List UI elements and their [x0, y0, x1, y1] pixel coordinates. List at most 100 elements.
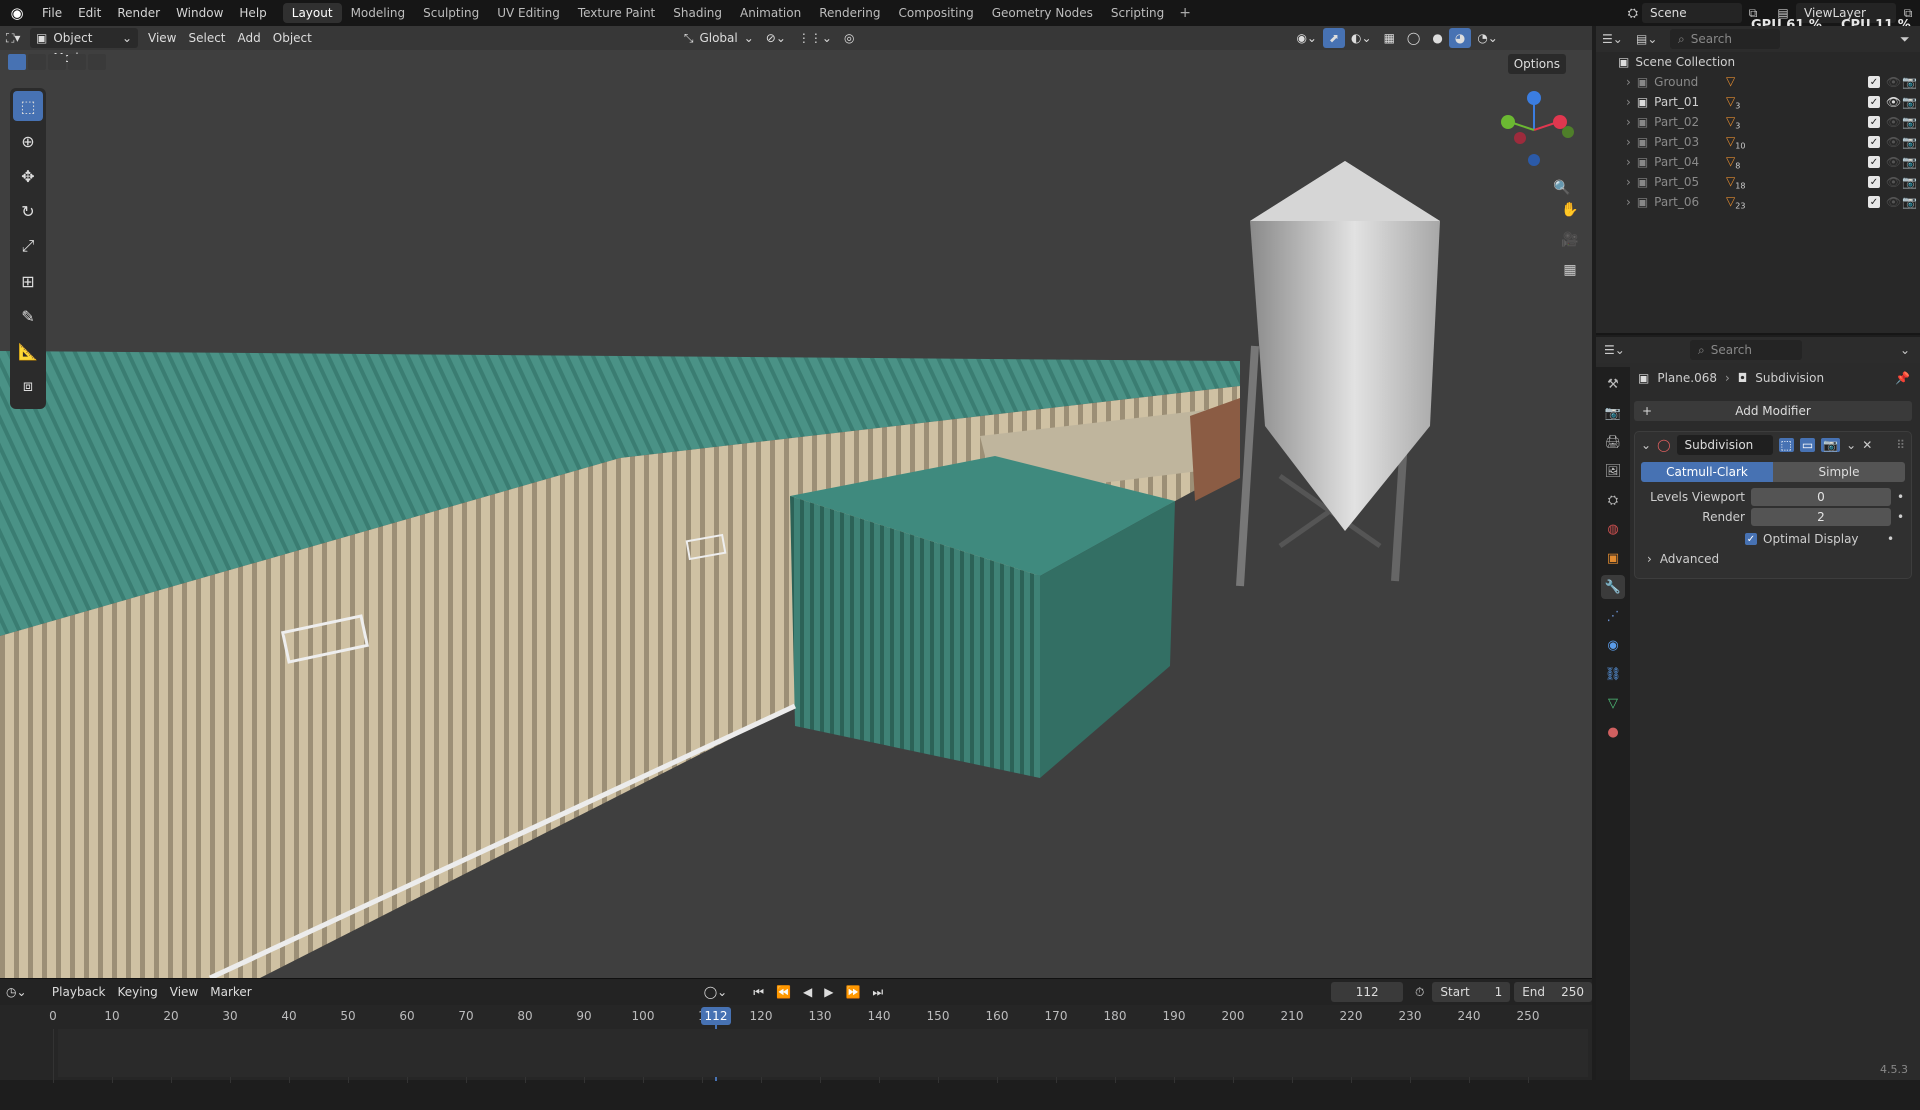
- timeline-editor-icon[interactable]: ◷⌄: [0, 982, 34, 1002]
- tab-scripting[interactable]: Scripting: [1102, 3, 1173, 23]
- outliner-row[interactable]: › ▣ Part_04 ▽8 ✓ 👁 📷: [1596, 152, 1920, 172]
- move-icon[interactable]: ✥: [13, 161, 43, 191]
- particles-tab-icon[interactable]: ⋰: [1601, 604, 1625, 628]
- object-tab-icon[interactable]: ▣: [1601, 546, 1625, 570]
- jump-start-icon[interactable]: ⏮: [747, 982, 770, 1002]
- tab-shading[interactable]: Shading: [664, 3, 731, 23]
- render-tab-icon[interactable]: 📷: [1601, 401, 1625, 425]
- viewport-toggle-icon[interactable]: ▭: [1799, 438, 1816, 452]
- keyframe-dot-icon[interactable]: •: [1887, 532, 1894, 546]
- pan-hand-icon[interactable]: ✋: [1558, 198, 1582, 222]
- shading-solid-icon[interactable]: ●: [1426, 28, 1448, 48]
- render-camera-icon[interactable]: 📷: [1902, 95, 1917, 109]
- exclude-checkbox[interactable]: ✓: [1868, 176, 1880, 188]
- eye-icon[interactable]: 👁: [1886, 195, 1901, 209]
- simple-button[interactable]: Simple: [1773, 462, 1905, 482]
- menu-help[interactable]: Help: [231, 0, 274, 26]
- options-button[interactable]: Options: [1507, 54, 1566, 74]
- world-tab-icon[interactable]: ◍: [1601, 517, 1625, 541]
- mode-dropdown[interactable]: ▣ Object Mode ⌄: [30, 28, 138, 65]
- render-camera-icon[interactable]: 📷: [1902, 155, 1917, 169]
- 3d-viewport[interactable]: ⛶▾ ▣ Object Mode ⌄ View Select Add Objec…: [0, 26, 1592, 978]
- start-frame-field[interactable]: Start 1: [1432, 982, 1511, 1002]
- gizmo-toggle-icon[interactable]: ⬈: [1322, 28, 1346, 48]
- snap-icon[interactable]: ⋮⋮⌄: [792, 28, 838, 48]
- axis-gizmo[interactable]: [1472, 86, 1592, 166]
- select-subtract-icon[interactable]: [48, 54, 66, 70]
- rotate-icon[interactable]: ↻: [13, 196, 43, 226]
- cursor-icon[interactable]: ⊕: [13, 126, 43, 156]
- exclude-checkbox[interactable]: ✓: [1868, 96, 1880, 108]
- modifier-tab-icon[interactable]: 🔧: [1601, 575, 1625, 599]
- orientation-dropdown[interactable]: ⤡ Global ⌄: [678, 28, 760, 48]
- pin-icon[interactable]: 📌: [1895, 371, 1910, 385]
- xray-icon[interactable]: ▦: [1378, 28, 1401, 48]
- expand-chevron-icon[interactable]: ›: [1626, 195, 1631, 209]
- outliner-editor-icon[interactable]: ☰⌄: [1602, 32, 1636, 46]
- render-camera-icon[interactable]: 📷: [1902, 195, 1917, 209]
- outliner-row[interactable]: › ▣ Part_02 ▽3 ✓ 👁 📷: [1596, 112, 1920, 132]
- menu-marker[interactable]: Marker: [204, 982, 257, 1002]
- menu-view[interactable]: View: [142, 28, 182, 48]
- drag-handle-icon[interactable]: ⠿: [1896, 438, 1905, 452]
- outliner-search[interactable]: ⌕ Search: [1670, 29, 1780, 49]
- add-modifier-button[interactable]: + Add Modifier: [1634, 401, 1912, 421]
- select-invert-icon[interactable]: [68, 54, 86, 70]
- stopwatch-icon[interactable]: ⏱: [1409, 982, 1430, 1002]
- filter-icon[interactable]: ⏷: [1900, 32, 1910, 47]
- menu-add[interactable]: Add: [232, 28, 267, 48]
- keyframe-dot-icon[interactable]: •: [1897, 490, 1904, 504]
- blender-logo-icon[interactable]: ◉: [0, 0, 34, 26]
- catmull-clark-button[interactable]: Catmull-Clark: [1641, 462, 1773, 482]
- material-tab-icon[interactable]: ●: [1601, 720, 1625, 744]
- select-intersect-icon[interactable]: [88, 54, 106, 70]
- tab-sculpting[interactable]: Sculpting: [414, 3, 488, 23]
- menu-select[interactable]: Select: [182, 28, 231, 48]
- render-camera-icon[interactable]: 📷: [1902, 135, 1917, 149]
- render-camera-icon[interactable]: 📷: [1902, 115, 1917, 129]
- select-box-icon[interactable]: ⬚: [13, 91, 43, 121]
- prev-keyframe-icon[interactable]: ⏪: [770, 982, 797, 1002]
- visibility-icon[interactable]: ◉⌄: [1290, 28, 1323, 48]
- outliner-row[interactable]: › ▣ Part_06 ▽23 ✓ 👁 📷: [1596, 192, 1920, 212]
- eye-icon[interactable]: 👁: [1886, 95, 1901, 109]
- proportional-editing-icon[interactable]: ◎: [838, 28, 860, 48]
- tab-modeling[interactable]: Modeling: [342, 3, 415, 23]
- playhead-frame[interactable]: 112: [701, 1007, 731, 1025]
- keyframe-dot-icon[interactable]: •: [1897, 510, 1904, 524]
- render-levels-field[interactable]: 2: [1751, 508, 1891, 526]
- eye-icon[interactable]: 👁: [1886, 115, 1901, 129]
- camera-view-icon[interactable]: 🎥: [1558, 228, 1582, 252]
- expand-chevron-icon[interactable]: ›: [1626, 155, 1631, 169]
- play-reverse-icon[interactable]: ◀: [797, 982, 818, 1002]
- tab-animation[interactable]: Animation: [731, 3, 810, 23]
- scale-icon[interactable]: ⤢: [13, 231, 43, 261]
- tab-texture-paint[interactable]: Texture Paint: [569, 3, 664, 23]
- menu-timeline-view[interactable]: View: [164, 982, 204, 1002]
- menu-playback[interactable]: Playback: [46, 982, 112, 1002]
- scene-icon[interactable]: ⛭: [1628, 6, 1638, 21]
- exclude-checkbox[interactable]: ✓: [1868, 156, 1880, 168]
- tab-rendering[interactable]: Rendering: [810, 3, 889, 23]
- eye-icon[interactable]: 👁: [1886, 175, 1901, 189]
- outliner-row[interactable]: › ▣ Ground ▽ ✓ 👁 📷: [1596, 72, 1920, 92]
- expand-chevron-icon[interactable]: ›: [1626, 75, 1631, 89]
- frame-ruler[interactable]: 0102030405060708090100112013014015016017…: [0, 1007, 1592, 1083]
- shading-material-icon[interactable]: ◕: [1448, 28, 1472, 48]
- chevron-down-icon[interactable]: ⌄: [1900, 343, 1910, 357]
- expand-chevron-icon[interactable]: ›: [1626, 175, 1631, 189]
- eye-icon[interactable]: 👁: [1886, 135, 1901, 149]
- menu-render[interactable]: Render: [109, 0, 168, 26]
- tab-geometry-nodes[interactable]: Geometry Nodes: [983, 3, 1102, 23]
- constraints-tab-icon[interactable]: ⛓: [1601, 662, 1625, 686]
- annotate-icon[interactable]: ✎: [13, 301, 43, 331]
- add-workspace-icon[interactable]: +: [1173, 5, 1197, 21]
- select-new-icon[interactable]: [8, 54, 26, 70]
- scene-tab-icon[interactable]: ⛭: [1601, 488, 1625, 512]
- transform-icon[interactable]: ⊞: [13, 266, 43, 296]
- outliner-row[interactable]: › ▣ Part_05 ▽18 ✓ 👁 📷: [1596, 172, 1920, 192]
- dropdown-icon[interactable]: ⌄: [1846, 438, 1856, 452]
- eye-icon[interactable]: 👁: [1886, 155, 1901, 169]
- zoom-icon[interactable]: 🔍: [1550, 176, 1574, 200]
- menu-edit[interactable]: Edit: [70, 0, 109, 26]
